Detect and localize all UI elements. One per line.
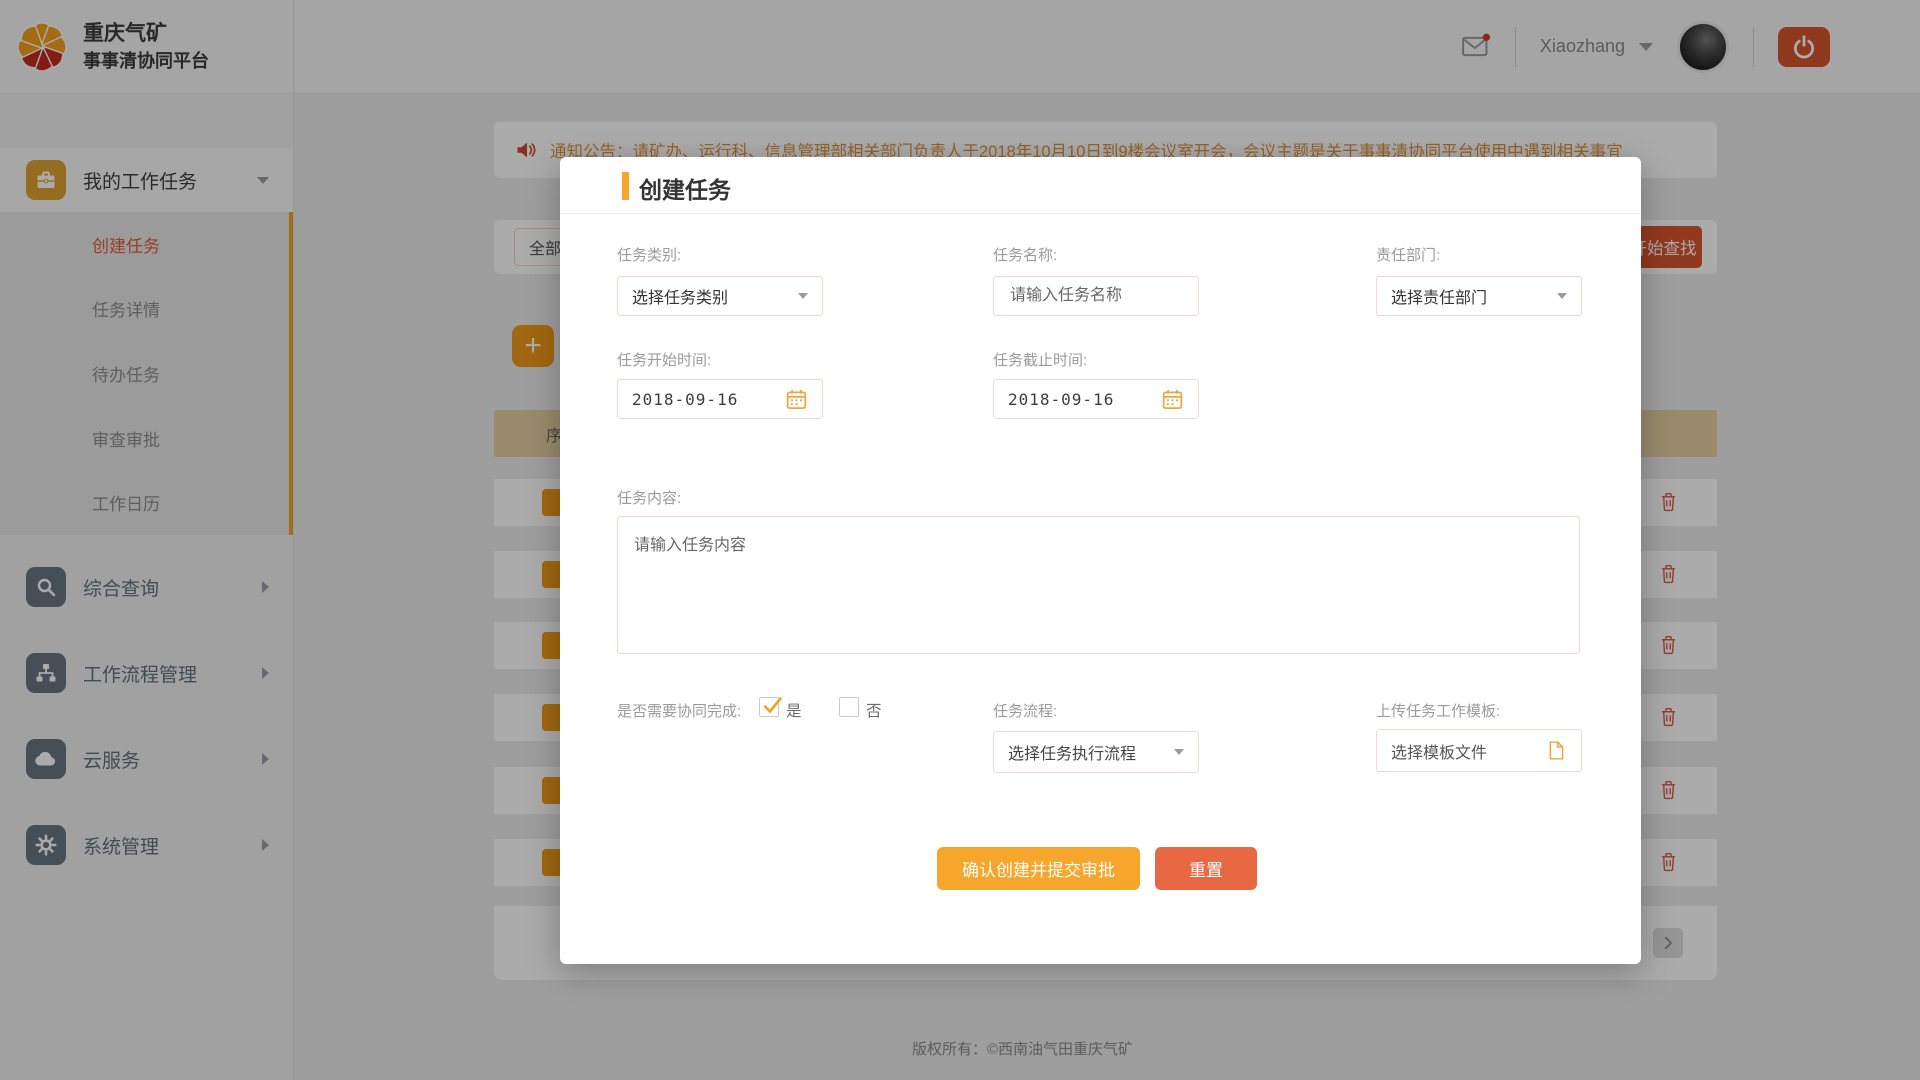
start-time-label: 任务开始时间: bbox=[617, 349, 711, 370]
task-name-input[interactable] bbox=[993, 276, 1199, 316]
template-file-picker[interactable]: 选择模板文件 bbox=[1376, 729, 1582, 772]
calendar-icon[interactable] bbox=[785, 388, 808, 411]
collaborate-yes-label: 是 bbox=[786, 699, 802, 721]
task-category-select[interactable]: 选择任务类别 bbox=[617, 276, 823, 316]
upload-template-label: 上传任务工作模板: bbox=[1376, 700, 1500, 721]
collaborate-label: 是否需要协同完成: bbox=[617, 700, 741, 721]
chevron-down-icon bbox=[1174, 749, 1184, 755]
responsible-dept-value: 选择责任部门 bbox=[1391, 284, 1487, 308]
responsible-dept-label: 责任部门: bbox=[1376, 244, 1440, 265]
end-date-field[interactable]: 2018-09-16 bbox=[993, 379, 1199, 419]
task-content-textarea[interactable] bbox=[617, 516, 1580, 654]
calendar-icon[interactable] bbox=[1161, 388, 1184, 411]
chevron-down-icon bbox=[1557, 293, 1567, 299]
file-icon bbox=[1546, 740, 1567, 761]
collaborate-no-checkbox[interactable] bbox=[839, 697, 859, 717]
chevron-down-icon bbox=[798, 293, 808, 299]
modal-title-row: 创建任务 bbox=[560, 157, 1641, 214]
collaborate-yes-checkbox[interactable] bbox=[759, 697, 779, 717]
collaborate-no-label: 否 bbox=[866, 699, 882, 721]
task-flow-select[interactable]: 选择任务执行流程 bbox=[993, 731, 1199, 773]
end-time-label: 任务截止时间: bbox=[993, 349, 1087, 370]
create-task-modal: 创建任务 任务类别: 选择任务类别 任务名称: 责任部门: 选择责任部门 任务开… bbox=[560, 157, 1641, 964]
check-icon bbox=[760, 694, 784, 718]
template-file-value: 选择模板文件 bbox=[1391, 739, 1487, 763]
task-category-label: 任务类别: bbox=[617, 244, 681, 265]
title-accent-bar bbox=[622, 172, 629, 200]
reset-button[interactable]: 重置 bbox=[1155, 847, 1257, 890]
task-category-value: 选择任务类别 bbox=[632, 284, 728, 308]
end-date-value: 2018-09-16 bbox=[1008, 390, 1114, 409]
task-name-label: 任务名称: bbox=[993, 244, 1057, 265]
confirm-submit-button[interactable]: 确认创建并提交审批 bbox=[937, 847, 1140, 890]
responsible-dept-select[interactable]: 选择责任部门 bbox=[1376, 276, 1582, 316]
task-flow-label: 任务流程: bbox=[993, 700, 1057, 721]
task-content-label: 任务内容: bbox=[617, 487, 681, 508]
start-date-value: 2018-09-16 bbox=[632, 390, 738, 409]
start-date-field[interactable]: 2018-09-16 bbox=[617, 379, 823, 419]
modal-title: 创建任务 bbox=[639, 171, 731, 205]
task-flow-value: 选择任务执行流程 bbox=[1008, 740, 1136, 764]
